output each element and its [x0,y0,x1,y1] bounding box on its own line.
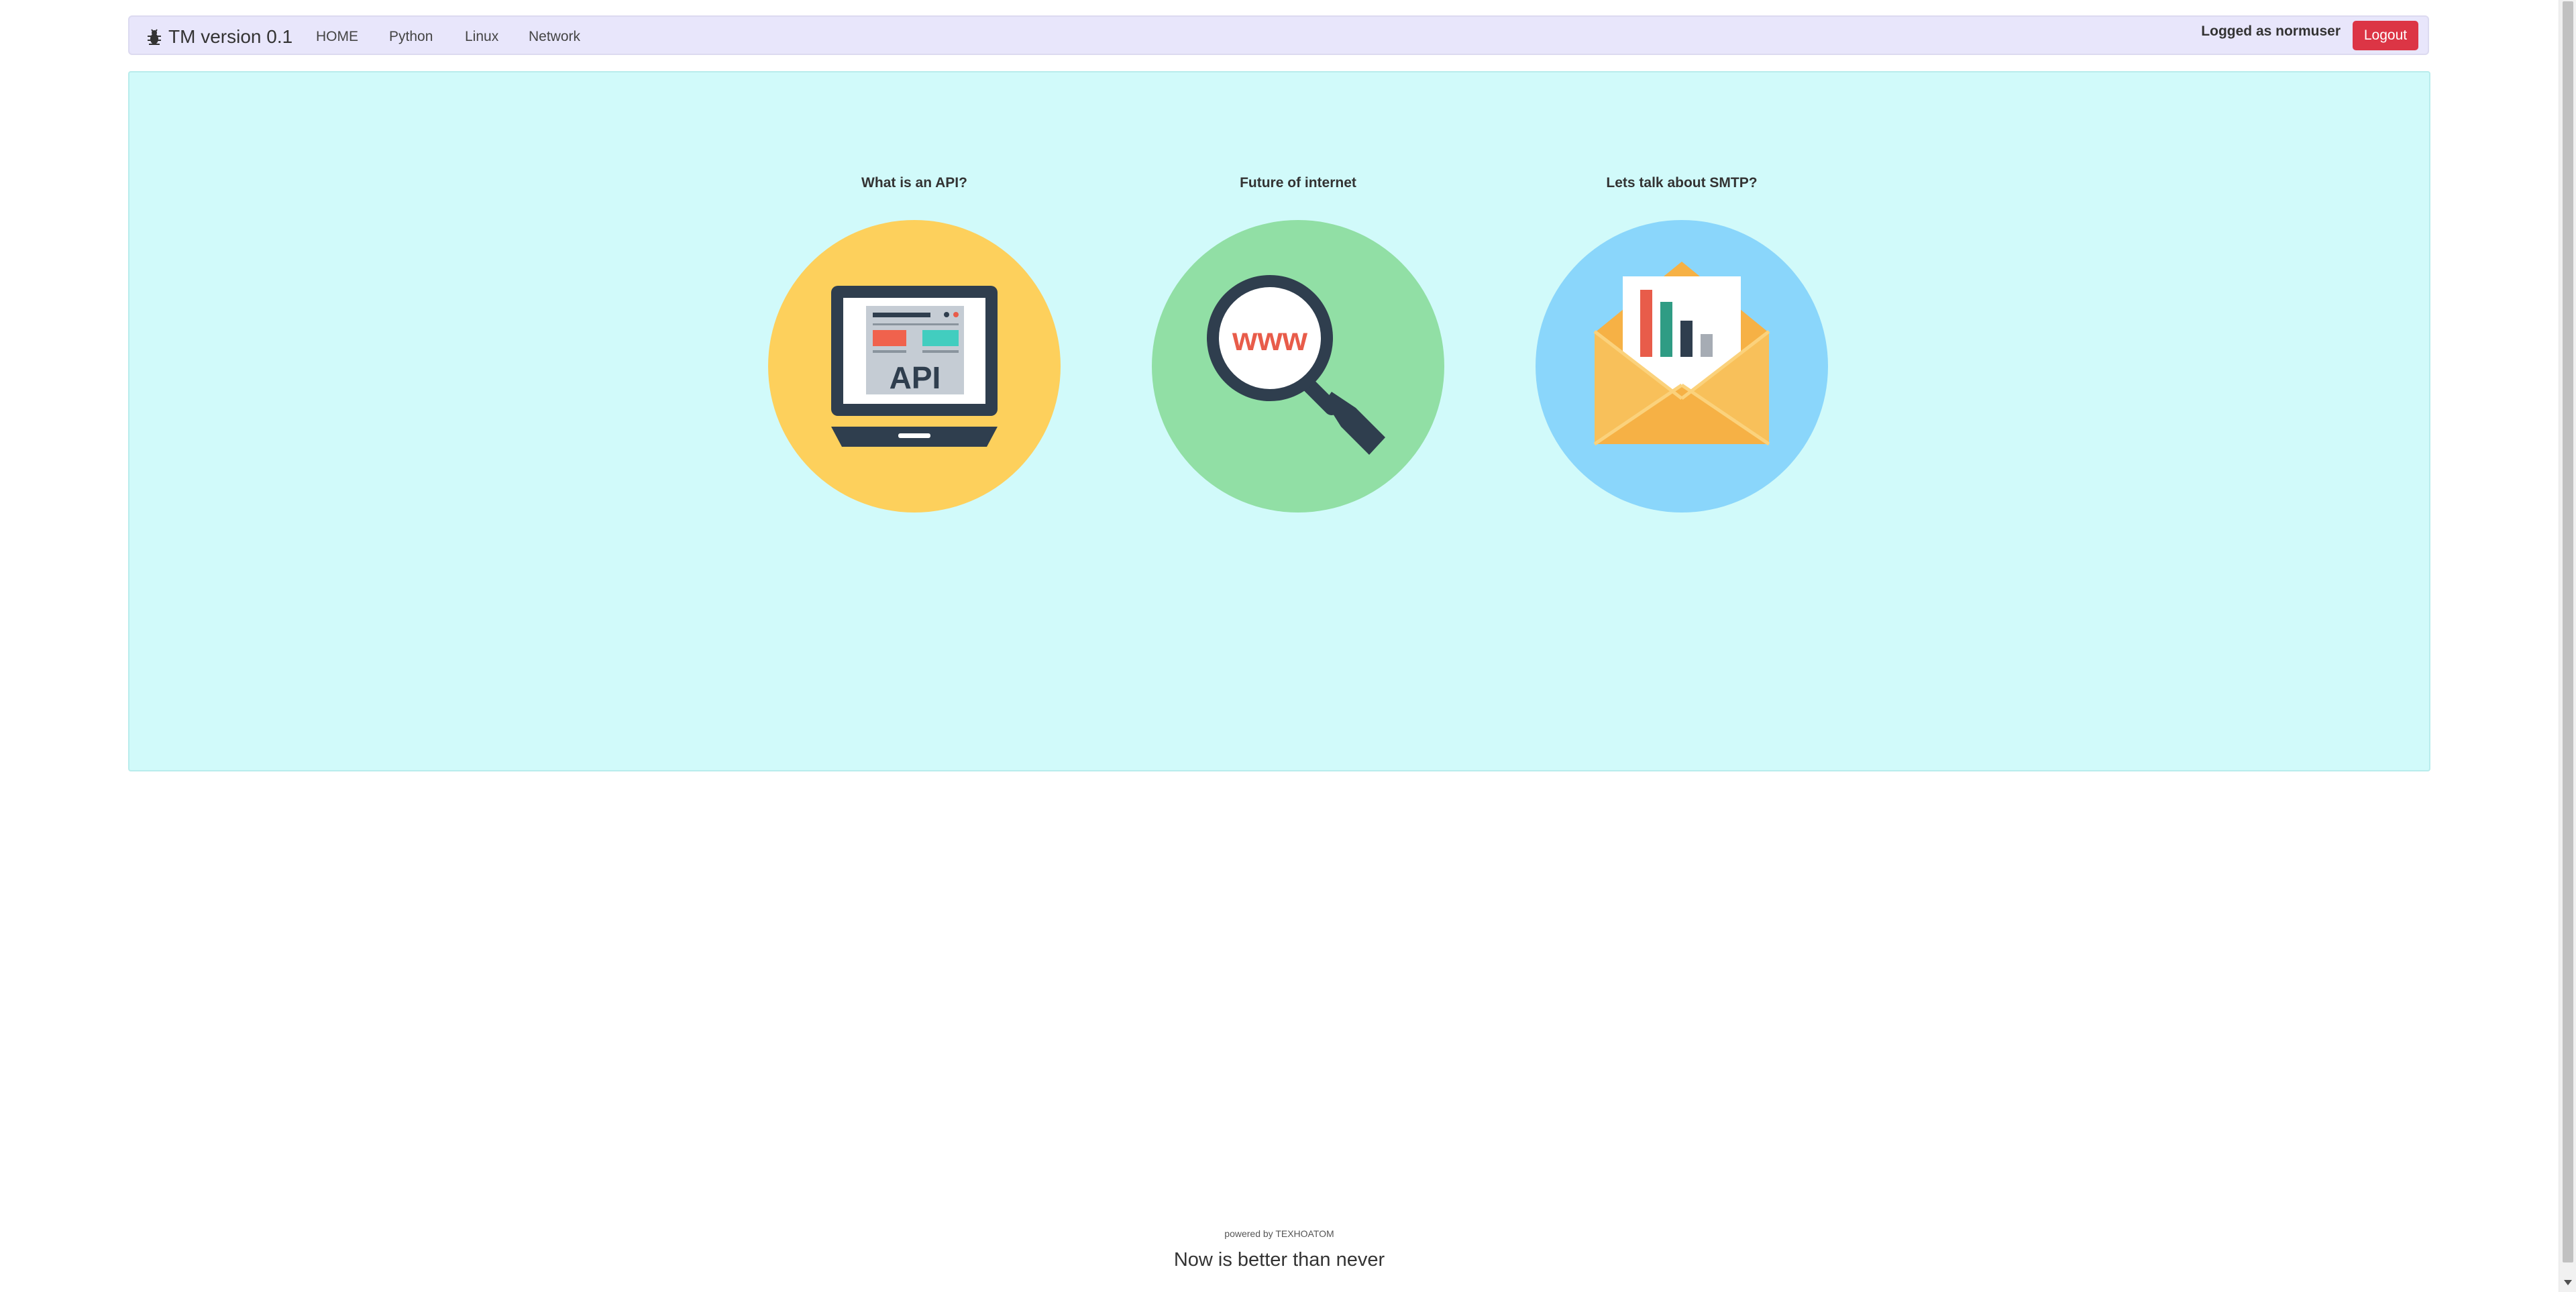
magnifier-www-icon[interactable]: www [1152,220,1444,513]
card-title[interactable]: Future of internet [1150,173,1446,193]
main-panel: What is an API? API Future of internet w… [128,71,2430,771]
card-title[interactable]: What is an API? [767,173,1062,193]
bug-icon [148,29,161,45]
scrollbar-thumb[interactable] [2563,1,2573,1262]
nav-home[interactable]: HOME [316,28,358,46]
scroll-down-arrow-icon[interactable] [2564,1280,2572,1285]
brand-label: TM version 0.1 [168,26,293,47]
nav-linux[interactable]: Linux [465,28,498,46]
top-navbar: TM version 0.1 HOME Python Linux Network… [128,15,2429,55]
powered-by-text: powered by TEXHOATOM [1224,1228,1334,1239]
logout-button[interactable]: Logout [2353,21,2418,50]
nav-python[interactable]: Python [389,28,433,46]
envelope-chart-icon[interactable] [1536,220,1828,513]
card-api[interactable]: What is an API? API [767,173,1062,513]
vertical-scrollbar[interactable] [2559,0,2576,1292]
laptop-api-icon[interactable]: API [768,220,1061,513]
logged-user-text: Logged as normuser [2201,23,2341,39]
card-internet[interactable]: Future of internet www [1150,173,1446,513]
card-title[interactable]: Lets talk about SMTP? [1534,173,1829,193]
www-label: www [1232,322,1308,358]
card-smtp[interactable]: Lets talk about SMTP? [1534,173,1829,513]
nav-network[interactable]: Network [529,28,580,46]
motto-text: Now is better than never [1173,1249,1385,1271]
api-label: API [890,360,941,395]
brand[interactable]: TM version 0.1 [146,23,292,50]
